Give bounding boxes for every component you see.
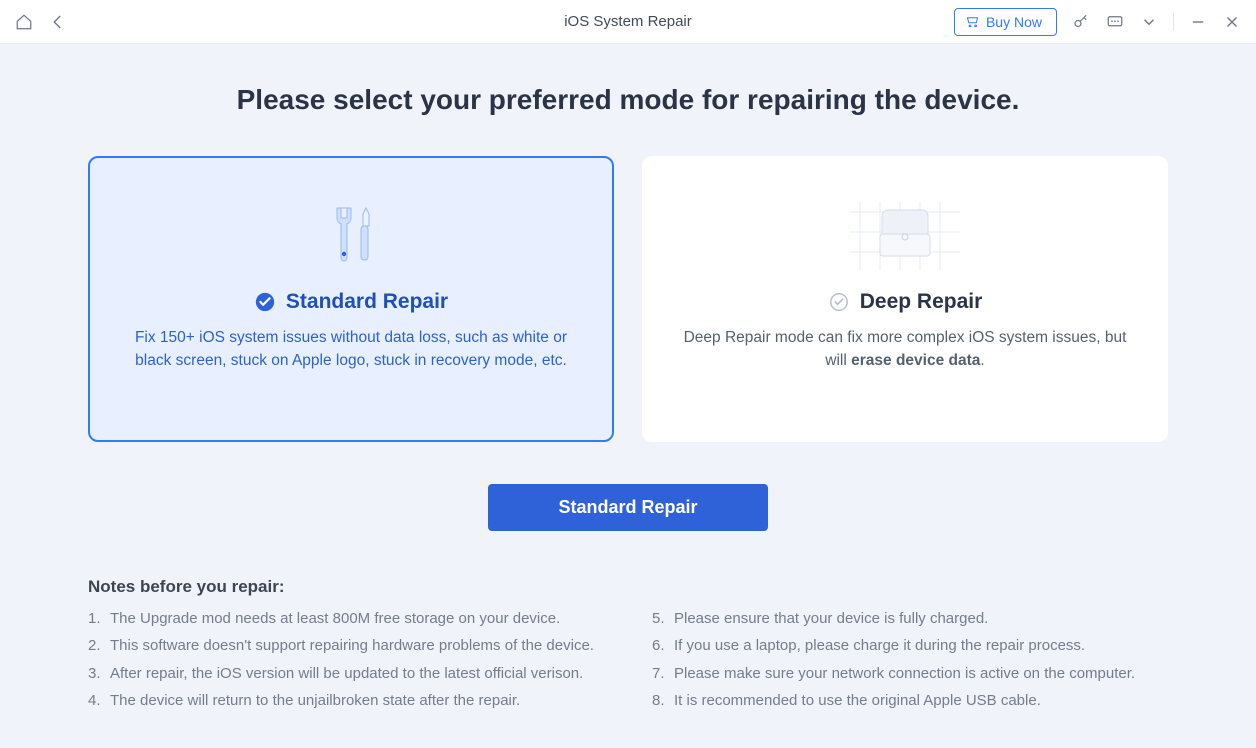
note-item: 2.This software doesn't support repairin… [88,634,604,657]
home-icon[interactable] [14,12,34,32]
back-icon[interactable] [48,12,68,32]
note-item: 4.The device will return to the unjailbr… [88,689,604,712]
feedback-icon[interactable] [1105,12,1125,32]
notes-left-col: 1.The Upgrade mod needs at least 800M fr… [88,607,604,716]
mode-card-standard[interactable]: Standard Repair Fix 150+ iOS system issu… [88,156,614,442]
mode-cards: Standard Repair Fix 150+ iOS system issu… [88,156,1168,442]
note-item: 7.Please make sure your network connecti… [652,662,1168,685]
chevron-down-icon[interactable] [1139,12,1159,32]
note-item: 6.If you use a laptop, please charge it … [652,634,1168,657]
buy-now-label: Buy Now [986,14,1042,30]
check-circle-icon [254,291,276,313]
mode-standard-title: Standard Repair [286,290,448,314]
key-icon[interactable] [1071,12,1091,32]
device-grid-icon [680,188,1130,284]
start-repair-button[interactable]: Standard Repair [488,484,767,531]
buy-now-button[interactable]: Buy Now [954,8,1057,36]
check-circle-outline-icon [828,291,850,313]
title-bar: iOS System Repair Buy Now [0,0,1256,44]
mode-deep-desc: Deep Repair mode can fix more complex iO… [680,326,1130,373]
notes-section: Notes before you repair: 1.The Upgrade m… [88,577,1168,716]
note-item: 3.After repair, the iOS version will be … [88,662,604,685]
page-headline: Please select your preferred mode for re… [88,84,1168,116]
notes-right-col: 5.Please ensure that your device is full… [652,607,1168,716]
note-item: 5.Please ensure that your device is full… [652,607,1168,630]
mode-deep-title: Deep Repair [860,290,983,314]
cart-icon [965,14,980,29]
minimize-icon[interactable] [1188,12,1208,32]
separator [1173,13,1174,31]
main-content: Please select your preferred mode for re… [0,44,1256,716]
close-icon[interactable] [1222,12,1242,32]
wrench-screwdriver-icon [126,188,576,284]
note-item: 1.The Upgrade mod needs at least 800M fr… [88,607,604,630]
notes-title: Notes before you repair: [88,577,1168,597]
window-title: iOS System Repair [564,13,692,30]
mode-card-deep[interactable]: Deep Repair Deep Repair mode can fix mor… [642,156,1168,442]
note-item: 8.It is recommended to use the original … [652,689,1168,712]
mode-standard-desc: Fix 150+ iOS system issues without data … [126,326,576,373]
